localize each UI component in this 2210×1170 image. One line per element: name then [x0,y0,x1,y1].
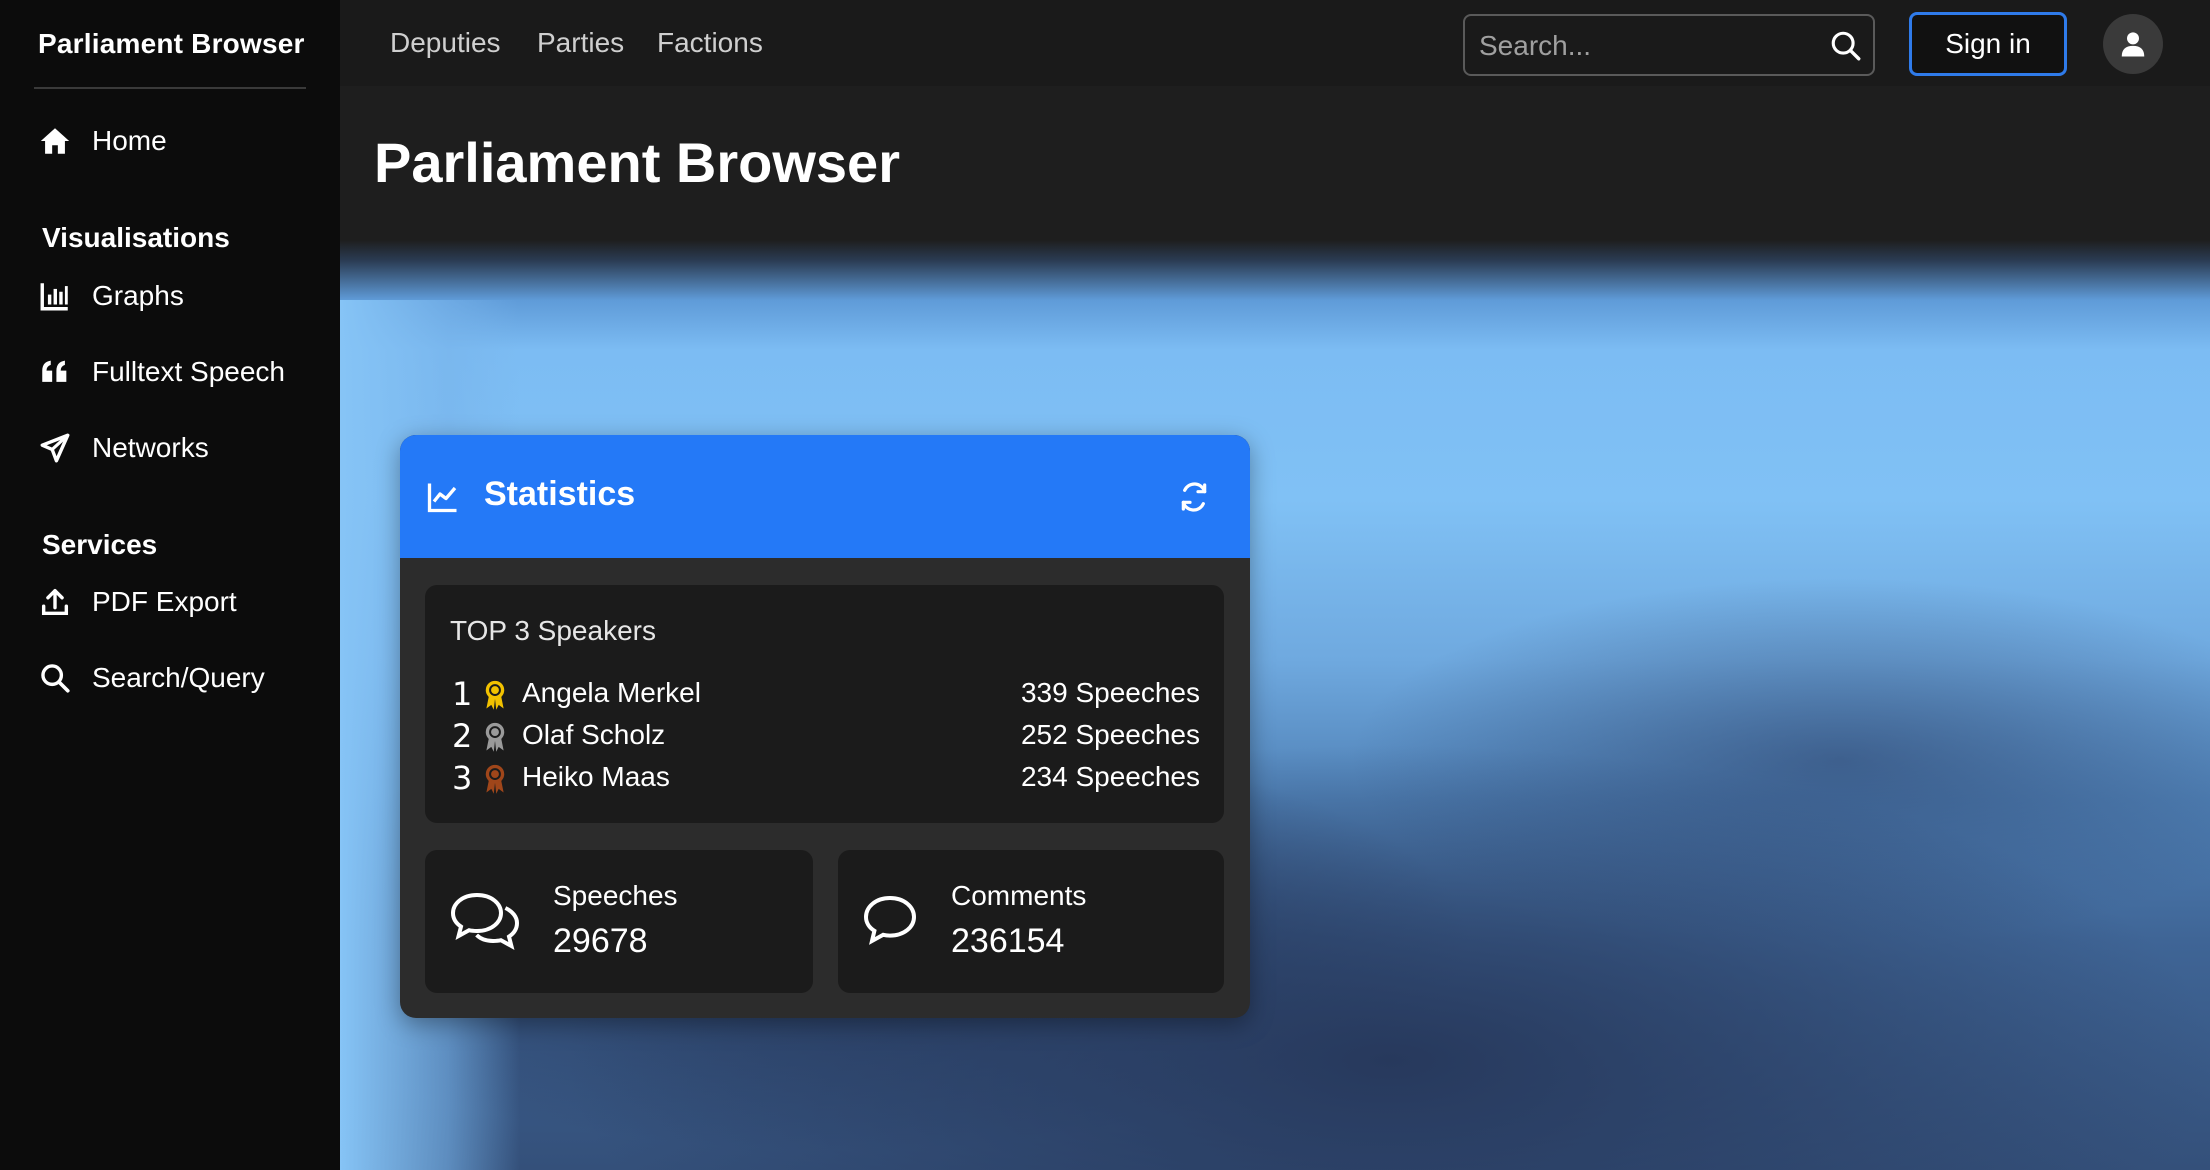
search-input[interactable] [1479,26,1809,66]
top-speakers-title: TOP 3 Speakers [450,615,656,646]
search-icon [41,664,70,693]
home-icon [40,128,70,154]
nav-link-parties[interactable]: Parties [537,27,624,59]
top-speakers-panel: TOP 3 Speakers 1 Angela Merkel 339 Speec… [425,585,1224,823]
section-title-services: Services [42,529,158,560]
speeches-stat-tile: Speeches 29678 [425,850,813,993]
top-navbar: Deputies Parties Factions Sign in [340,0,2210,86]
speaker-rank: 2 [452,717,473,755]
speaker-rank: 3 [452,759,473,797]
sidebar-item-graphs[interactable]: Graphs [38,279,184,313]
silver-medal-icon [485,722,505,752]
sidebar-item-label: Graphs [92,280,184,311]
user-avatar-button[interactable] [2103,14,2163,74]
sidebar: Parliament Browser Home Visualisations G… [0,0,340,1170]
comments-stat-tile: Comments 236154 [838,850,1224,993]
user-icon [2121,32,2145,57]
upload-icon [41,588,69,616]
line-chart-icon [427,483,457,513]
speaker-row[interactable]: 1 Angela Merkel 339 Speeches [452,675,1200,715]
sidebar-item-pdf-export[interactable]: PDF Export [38,585,237,619]
sidebar-item-label: Search/Query [92,662,265,693]
comments-value: 236154 [951,922,1065,960]
sidebar-item-label: Fulltext Speech [92,356,285,387]
sidebar-item-label: Home [92,125,167,156]
sidebar-divider [34,87,306,89]
sidebar-brand[interactable]: Parliament Browser [38,28,305,60]
sidebar-item-label: Networks [92,432,209,463]
quote-icon [42,360,67,382]
statistics-card: Statistics TOP 3 Speakers 1 Angela Merke… [400,435,1250,1018]
speaker-name: Olaf Scholz [522,719,666,750]
statistics-title: Statistics [484,475,636,513]
speeches-label: Speeches [553,880,678,911]
speaker-name: Heiko Maas [522,761,670,792]
nav-link-deputies[interactable]: Deputies [390,27,501,59]
speeches-value: 29678 [553,922,648,960]
speaker-name: Angela Merkel [522,677,701,708]
section-title-visualisations: Visualisations [42,222,230,253]
sidebar-item-networks[interactable]: Networks [38,431,209,465]
speaker-speech-count: 339 Speeches [1020,677,1200,708]
gold-medal-icon [485,680,505,710]
statistics-card-header: Statistics [400,435,1250,558]
speaker-row[interactable]: 2 Olaf Scholz 252 Speeches [452,717,1200,757]
sidebar-item-search-query[interactable]: Search/Query [38,661,265,695]
speaker-rank: 1 [452,675,473,713]
comments-label: Comments [951,880,1087,911]
nav-link-factions[interactable]: Factions [657,27,763,59]
search-icon[interactable] [1829,29,1863,63]
comment-icon [863,895,917,945]
bar-chart-icon [40,283,68,311]
send-icon [40,433,70,463]
comments-icon [450,892,520,951]
search-box [1463,14,1875,76]
refresh-icon[interactable] [1178,481,1210,513]
speaker-speech-count: 252 Speeches [1020,719,1200,750]
sidebar-item-label: PDF Export [92,586,237,617]
bronze-medal-icon [485,764,505,794]
sign-in-button[interactable]: Sign in [1909,12,2067,76]
speaker-speech-count: 234 Speeches [1020,761,1200,792]
page-title: Parliament Browser [374,131,900,194]
sidebar-item-fulltext-speech[interactable]: Fulltext Speech [38,355,285,389]
speaker-row[interactable]: 3 Heiko Maas 234 Speeches [452,759,1200,799]
sidebar-item-home[interactable]: Home [38,124,167,158]
